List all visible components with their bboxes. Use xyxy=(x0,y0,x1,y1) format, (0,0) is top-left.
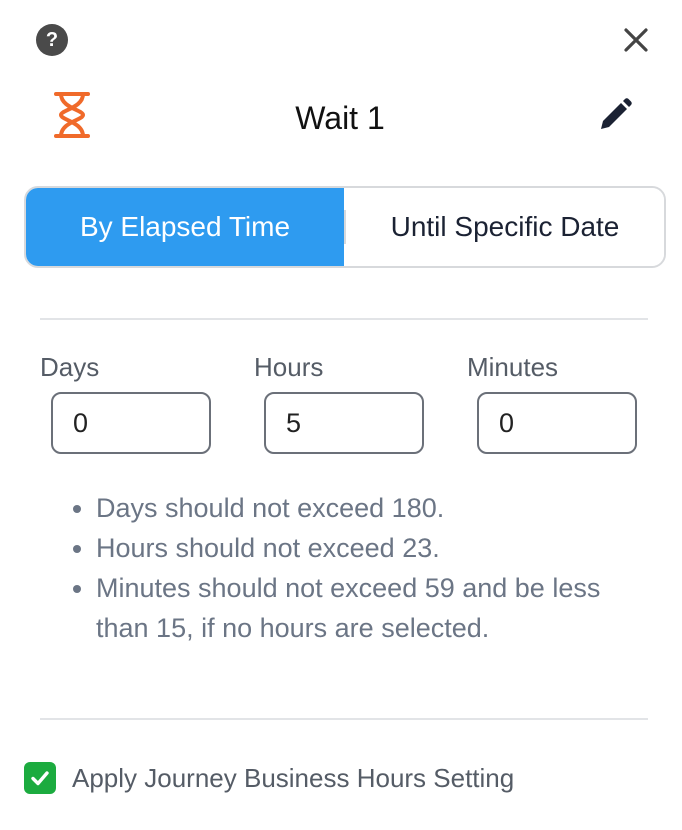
tab-by-elapsed-time[interactable]: By Elapsed Time xyxy=(26,188,344,266)
rule-item-minutes: Minutes should not exceed 59 and be less… xyxy=(96,568,616,648)
minutes-input[interactable] xyxy=(477,392,637,454)
rule-item-days: Days should not exceed 180. xyxy=(96,488,616,528)
pencil-icon[interactable] xyxy=(596,96,634,134)
business-hours-checkbox[interactable] xyxy=(24,762,56,794)
check-icon xyxy=(31,771,49,786)
days-input[interactable] xyxy=(51,392,211,454)
rule-item-hours: Hours should not exceed 23. xyxy=(96,528,616,568)
minutes-label: Minutes xyxy=(467,352,559,382)
hourglass-icon xyxy=(54,92,90,138)
business-hours-label[interactable]: Apply Journey Business Hours Setting xyxy=(72,762,514,794)
validation-rules-list: Days should not exceed 180. Hours should… xyxy=(56,488,616,648)
page-title: Wait 1 xyxy=(295,100,385,136)
hours-label: Hours xyxy=(254,352,324,382)
close-icon[interactable] xyxy=(620,24,652,56)
divider xyxy=(40,318,648,320)
help-icon[interactable]: ? xyxy=(36,24,68,56)
days-label: Days xyxy=(40,352,100,382)
divider xyxy=(40,718,648,720)
hours-input[interactable] xyxy=(264,392,424,454)
tab-until-specific-date[interactable]: Until Specific Date xyxy=(346,188,664,266)
wait-mode-toggle: By Elapsed Time Until Specific Date xyxy=(24,186,666,268)
